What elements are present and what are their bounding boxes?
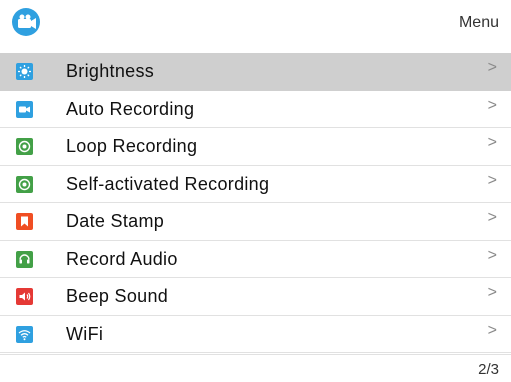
menu-item-date-stamp[interactable]: Date Stamp > [0,203,511,241]
wifi-icon [16,325,33,343]
menu-list: Brightness > Auto Recording > Loop Recor… [0,53,511,353]
date-stamp-icon [16,213,33,230]
menu-item-loop-recording[interactable]: Loop Recording > [0,128,511,166]
chevron-right-icon: > [487,171,497,189]
brightness-icon [16,63,33,80]
chevron-right-icon: > [487,284,497,301]
camera-icon [12,8,40,36]
auto-recording-icon [16,100,33,118]
menu-item-label: Self-activated Recording [66,173,270,194]
menu-item-brightness[interactable]: Brightness > [0,53,511,91]
footer: 2/3 [0,354,511,382]
menu-item-label: Auto Recording [66,98,195,119]
self-activated-recording-icon [16,175,33,193]
chevron-right-icon: > [487,134,497,151]
chevron-right-icon: > [487,209,497,226]
menu-item-label: Beep Sound [66,286,169,306]
menu-item-wifi[interactable]: WiFi > [0,316,511,353]
chevron-right-icon: > [487,59,497,76]
beep-sound-icon [16,288,33,305]
chevron-right-icon: > [487,96,497,114]
menu-item-self-activated-recording[interactable]: Self-activated Recording > [0,166,511,203]
loop-recording-icon [16,138,33,155]
chevron-right-icon: > [487,246,497,264]
menu-item-label: Brightness [66,61,155,81]
menu-item-label: Record Audio [66,248,178,269]
menu-item-record-audio[interactable]: Record Audio > [0,241,511,278]
menu-title: Menu [458,14,499,31]
menu-item-label: WiFi [66,323,104,344]
menu-item-beep-sound[interactable]: Beep Sound > [0,278,511,316]
header: Menu [0,0,511,48]
menu-item-label: Loop Recording [66,136,198,156]
page-indicator: 2/3 [478,361,499,378]
chevron-right-icon: > [487,321,497,339]
menu-item-auto-recording[interactable]: Auto Recording > [0,91,511,128]
menu-item-label: Date Stamp [66,211,165,231]
record-audio-icon [16,250,33,268]
